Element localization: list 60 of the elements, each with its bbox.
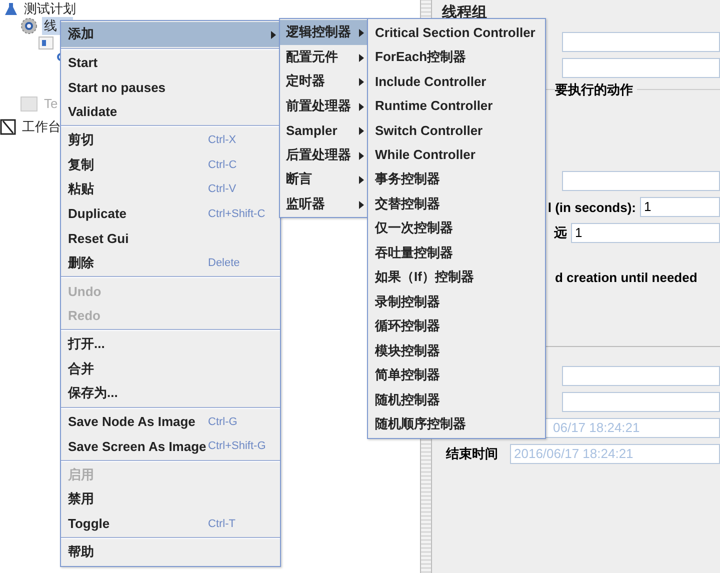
node-icon [38, 36, 54, 50]
menu-item[interactable]: 吞吐量控制器 [368, 240, 545, 265]
menu-item[interactable]: 仅一次控制器 [368, 216, 545, 240]
menu-item[interactable]: 定时器 [280, 69, 368, 94]
menu-item[interactable]: 合并 [61, 356, 280, 381]
text-field[interactable] [562, 58, 720, 78]
menu-item[interactable]: Sampler [280, 118, 368, 142]
menu-item[interactable]: 保存为... [61, 381, 280, 406]
text-field[interactable] [562, 171, 720, 191]
section-label: 要执行的动作 [555, 81, 637, 99]
menu-item[interactable]: 禁用 [61, 487, 280, 512]
menu-item[interactable]: Runtime Controller [368, 94, 545, 118]
menu-item[interactable]: 删除 Delete [61, 250, 280, 275]
menu-item[interactable]: 循环控制器 [368, 314, 545, 338]
menu-item[interactable]: While Controller [368, 142, 545, 167]
node-icon [20, 96, 38, 112]
menu-item[interactable]: Toggle Ctrl-T [61, 512, 280, 536]
tree-item[interactable]: 工作台 [20, 118, 63, 136]
menu-item[interactable]: 逻辑控制器 [280, 20, 368, 44]
menu-item[interactable]: 剪切 Ctrl-X [61, 128, 280, 152]
menu-item[interactable]: Start [61, 50, 280, 75]
text-field[interactable] [562, 392, 720, 412]
menu-item[interactable]: 前置处理器 [280, 94, 368, 118]
menu-item[interactable]: Include Controller [368, 69, 545, 94]
menu-item[interactable]: 如果（If）控制器 [368, 265, 545, 290]
text-field[interactable] [562, 32, 720, 52]
menu-item[interactable]: Duplicate Ctrl+Shift-C [61, 202, 280, 226]
text-field[interactable]: 1 [571, 223, 720, 243]
text-field[interactable] [562, 366, 720, 386]
menu-item[interactable]: Reset Gui [61, 226, 280, 250]
menu-item[interactable]: Save Node As Image Ctrl-G [61, 410, 280, 434]
checkbox-label: d creation until needed [555, 270, 698, 284]
field-label: 结束时间 [446, 445, 499, 463]
menu-item[interactable]: 后置处理器 [280, 142, 368, 167]
text-field[interactable]: 1 [640, 197, 720, 217]
menu-item[interactable]: 复制 Ctrl-C [61, 152, 280, 177]
menu-item[interactable]: 简单控制器 [368, 363, 545, 388]
menu-item[interactable]: 事务控制器 [368, 167, 545, 192]
menu-item[interactable]: 配置元件 [280, 44, 368, 69]
menu-item[interactable]: Critical Section Controller [368, 20, 545, 44]
menu-item[interactable]: 打开... [61, 332, 280, 356]
menu-item[interactable]: Switch Controller [368, 118, 545, 142]
menu-item[interactable]: 录制控制器 [368, 290, 545, 314]
menu-item[interactable]: 粘贴 Ctrl-V [61, 177, 280, 202]
menu-item[interactable]: Start no pauses [61, 75, 280, 100]
menu-item[interactable]: 添加 [61, 22, 280, 46]
menu-item[interactable]: 帮助 [61, 540, 280, 564]
flask-icon [4, 2, 18, 16]
menu-item[interactable]: Validate [61, 100, 280, 124]
menu-item[interactable]: 随机控制器 [368, 388, 545, 412]
menu-item[interactable]: 交替控制器 [368, 192, 545, 216]
menu-item[interactable]: 断言 [280, 167, 368, 192]
field-label: l (in seconds): [548, 200, 636, 214]
field-label: 远 [554, 224, 567, 242]
menu-item[interactable]: ForEach控制器 [368, 44, 545, 69]
menu-item[interactable]: 模块控制器 [368, 338, 545, 363]
menu-item[interactable]: 监听器 [280, 192, 368, 216]
menu-item[interactable]: Save Screen As Image Ctrl+Shift-G [61, 434, 280, 458]
gear-icon [20, 16, 38, 34]
tree-item[interactable]: 测试计划 [22, 0, 78, 18]
